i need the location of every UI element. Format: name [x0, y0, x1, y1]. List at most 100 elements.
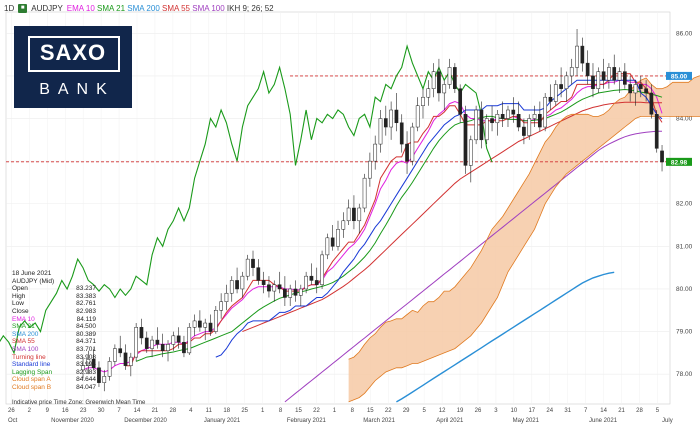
ohlc-legend: 18 June 2021 AUDJPY (Mid) Open 83.237 High…	[12, 270, 96, 392]
candle-body	[495, 114, 500, 124]
saxo-bank-logo: SAXO BANK	[14, 26, 132, 108]
candle-body	[575, 45, 579, 68]
candle-body	[500, 114, 505, 119]
legend-row-label: SMA 21	[12, 323, 35, 331]
candle-body	[569, 67, 574, 77]
x-tick-label: 22	[385, 408, 392, 414]
legend-row: SMA 21 84.500	[12, 323, 96, 331]
candle-body	[638, 84, 643, 89]
x-tick-label: 25	[241, 408, 248, 414]
legend-row-value: 83.908	[76, 353, 96, 361]
x-tick-label: 7	[584, 408, 588, 414]
candle-body	[516, 114, 521, 128]
legend-row-value: 84.371	[76, 338, 96, 346]
candle-body	[479, 109, 484, 141]
legend-row-value: 83.237	[76, 285, 96, 293]
legend-row-value: 84.500	[76, 323, 96, 331]
candle-body	[160, 344, 165, 351]
x-month-label: February 2021	[287, 418, 327, 424]
candle-body	[213, 310, 218, 332]
x-tick-label: 18	[223, 408, 230, 414]
candle-body	[405, 143, 409, 162]
candle-body	[256, 267, 261, 281]
legend-row: SMA 200 80.389	[12, 331, 96, 339]
candle-body	[522, 126, 526, 136]
candle-body	[633, 84, 638, 94]
legend-row: Standard line 83.994	[12, 361, 96, 369]
x-tick-label: 30	[98, 408, 105, 414]
legend-row-label: EMA 10	[12, 315, 35, 323]
indicator-label[interactable]: IKH 9; 26; 52	[227, 4, 274, 13]
x-month-label: January 2021	[204, 418, 241, 424]
candle-body	[410, 126, 415, 162]
indicator-label[interactable]: SMA 55	[162, 4, 192, 13]
candle-body	[585, 62, 590, 77]
symbol-label[interactable]: AUDJPY	[31, 4, 63, 13]
legend-row-label: SMA 100	[12, 345, 39, 353]
candle-body	[458, 88, 463, 115]
candle-body	[298, 288, 303, 296]
candle-body	[506, 109, 510, 119]
legend-row: Open 83.237	[12, 285, 96, 293]
candle-body	[357, 207, 362, 222]
x-tick-label: 7	[117, 408, 121, 414]
candle-body	[107, 361, 112, 377]
legend-row: Close 82.983	[12, 308, 96, 316]
indicator-label[interactable]: SMA 21	[97, 4, 127, 13]
candle-body	[421, 96, 425, 106]
x-tick-label: 1	[261, 408, 265, 414]
y-tick-label: 82.00	[676, 201, 693, 208]
candle-body	[654, 114, 659, 149]
x-tick-label: 21	[618, 408, 625, 414]
indicator-label[interactable]: EMA 10	[67, 4, 97, 13]
legend-row-label: Lagging Span	[12, 368, 53, 376]
x-tick-label: 5	[422, 408, 426, 414]
x-month-label: March 2021	[363, 418, 395, 424]
legend-row-label: Low	[12, 300, 24, 308]
legend-rows: Open 83.237 High 83.383 Low 82.761 Close 82.983…	[12, 285, 96, 391]
legend-row-label: Turning line	[12, 353, 46, 361]
candle-body	[383, 118, 388, 128]
legend-row-value: 80.389	[76, 330, 96, 338]
candle-body	[245, 258, 250, 277]
timeframe-label[interactable]: 1D	[4, 4, 14, 13]
candle-body	[553, 84, 558, 102]
x-tick-label: 21	[152, 408, 159, 414]
x-month-label: May 2021	[513, 418, 540, 424]
indicator-label[interactable]: SMA 100	[192, 4, 227, 13]
x-month-label: Oct	[8, 418, 18, 424]
candle-body	[352, 207, 356, 222]
candle-body	[261, 280, 266, 285]
legend-date: 18 June 2021	[12, 270, 52, 277]
candle-body	[447, 67, 452, 85]
candle-body	[564, 75, 569, 89]
x-tick-label: 5	[656, 408, 660, 414]
candle-body	[235, 280, 239, 290]
chart-toolbar: 1D ■ AUDJPY EMA 10 SMA 21 SMA 200 SMA 55…	[4, 4, 274, 13]
candle-body	[155, 339, 160, 345]
instrument-icon: ■	[18, 4, 28, 13]
candle-body	[538, 114, 542, 128]
x-tick-label: 12	[439, 408, 446, 414]
legend-row-value: 83.994	[76, 361, 96, 369]
legend-row-value: 82.983	[76, 368, 96, 376]
y-tick-label: 79.00	[676, 329, 693, 336]
candle-body	[442, 84, 447, 94]
x-month-label: July	[662, 418, 673, 424]
legend-row-label: Close	[12, 307, 29, 315]
candle-body	[219, 301, 223, 311]
candle-body	[368, 160, 372, 179]
candle-body	[346, 207, 351, 222]
candle-body	[293, 288, 298, 296]
indicator-label[interactable]: SMA 200	[127, 4, 162, 13]
candle-body	[139, 327, 144, 339]
logo-line-2: BANK	[39, 81, 115, 98]
candle-body	[431, 71, 436, 89]
candle-body	[415, 105, 420, 128]
candle-body	[128, 356, 133, 366]
candle-body	[628, 84, 633, 94]
candle-body	[166, 344, 170, 351]
candle-body	[240, 275, 245, 290]
candle-body	[192, 320, 197, 328]
candle-body	[325, 237, 330, 256]
